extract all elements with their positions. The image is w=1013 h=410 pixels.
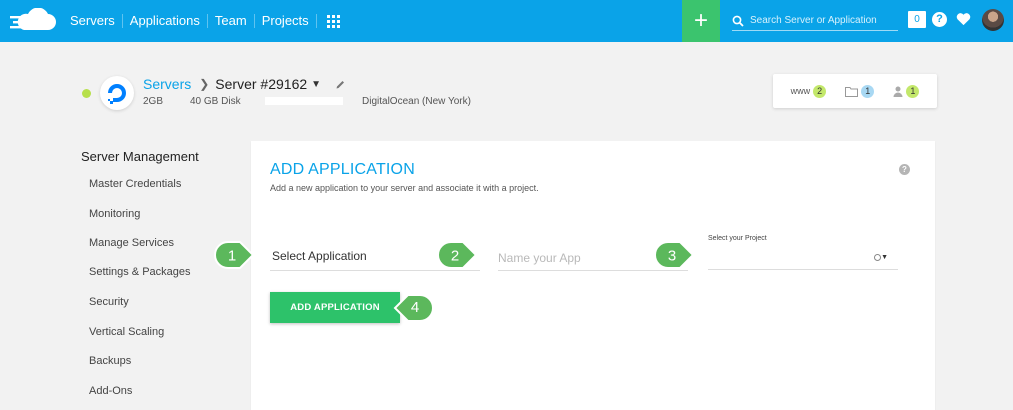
user-icon: [893, 86, 903, 97]
nav-projects[interactable]: Projects: [255, 14, 317, 28]
server-stats-box: www 2 1 1: [773, 74, 937, 108]
server-dropdown-caret-icon[interactable]: ▼: [311, 79, 321, 90]
marker-3: 3: [653, 241, 695, 269]
sidebar-item-master-credentials[interactable]: Master Credentials: [89, 178, 181, 190]
marker-4-label: 4: [410, 299, 420, 316]
marker-1: 1: [213, 241, 255, 269]
www-count-badge: 2: [813, 84, 827, 98]
notification-count-badge[interactable]: 0: [908, 11, 926, 28]
marker-3-label: 3: [668, 248, 676, 265]
server-disk: 40 GB Disk: [190, 96, 241, 107]
folder-icon: [845, 86, 859, 97]
sidebar-item-vertical-scaling[interactable]: Vertical Scaling: [89, 326, 164, 338]
help-icon[interactable]: ?: [932, 12, 947, 27]
chevron-down-icon: ▼: [881, 254, 888, 261]
stat-users[interactable]: 1: [893, 84, 920, 98]
user-avatar[interactable]: [982, 9, 1004, 31]
www-label: www: [790, 86, 811, 96]
marker-1-label: 1: [228, 248, 236, 265]
stat-www[interactable]: www 2: [790, 84, 827, 98]
folder-count-badge: 1: [861, 84, 875, 98]
sidebar-item-add-ons[interactable]: Add-Ons: [89, 385, 132, 397]
marker-2-label: 2: [451, 248, 459, 265]
sidebar-item-manage-services[interactable]: Manage Services: [89, 237, 174, 249]
search-bar: [732, 11, 898, 31]
breadcrumb-servers-link[interactable]: Servers: [143, 76, 191, 92]
sidebar-item-security[interactable]: Security: [89, 296, 129, 308]
server-ram: 2GB: [143, 96, 164, 107]
grid-icon[interactable]: [326, 14, 340, 28]
nav-team[interactable]: Team: [208, 14, 255, 28]
top-navbar: Servers Applications Team Projects + 0 ?: [0, 0, 1013, 42]
sidebar-item-settings-packages[interactable]: Settings & Packages: [89, 266, 191, 278]
help-icon[interactable]: ?: [899, 164, 910, 175]
digitalocean-logo-icon: [108, 84, 126, 104]
sidebar-title: Server Management: [81, 149, 199, 164]
search-icon: [732, 15, 744, 27]
search-input[interactable]: [750, 15, 895, 26]
nav-applications[interactable]: Applications: [123, 14, 208, 28]
add-application-card: ADD APPLICATION Add a new application to…: [251, 141, 935, 410]
sidebar-item-backups[interactable]: Backups: [89, 355, 131, 367]
cloudways-logo-icon[interactable]: [10, 8, 56, 34]
server-status-dot: [82, 89, 91, 98]
main-nav: Servers Applications Team Projects: [70, 0, 340, 42]
add-plus-button[interactable]: +: [682, 0, 720, 42]
project-label: Select your Project: [708, 235, 767, 242]
server-provider: DigitalOcean (New York): [362, 96, 471, 107]
breadcrumb: Servers ❯ Server #29162 ▼: [143, 76, 346, 92]
pencil-icon[interactable]: [335, 79, 346, 90]
page-title: ADD APPLICATION: [270, 161, 415, 178]
stat-folders[interactable]: 1: [845, 84, 875, 98]
digitalocean-logo: [100, 76, 134, 110]
plus-icon: +: [693, 7, 708, 34]
user-count-badge: 1: [906, 84, 920, 98]
heart-icon[interactable]: [956, 12, 971, 26]
server-name: Server #29162: [215, 76, 308, 92]
nav-servers[interactable]: Servers: [70, 14, 123, 28]
page-subtitle: Add a new application to your server and…: [270, 183, 539, 193]
loading-circle-icon: [874, 254, 881, 261]
redacted-ip: [265, 97, 343, 105]
select-project-dropdown[interactable]: ▼: [708, 245, 898, 270]
breadcrumb-separator-icon: ❯: [199, 77, 210, 91]
sidebar-item-monitoring[interactable]: Monitoring: [89, 208, 140, 220]
add-application-button[interactable]: ADD APPLICATION: [270, 292, 400, 323]
marker-2: 2: [436, 241, 478, 269]
